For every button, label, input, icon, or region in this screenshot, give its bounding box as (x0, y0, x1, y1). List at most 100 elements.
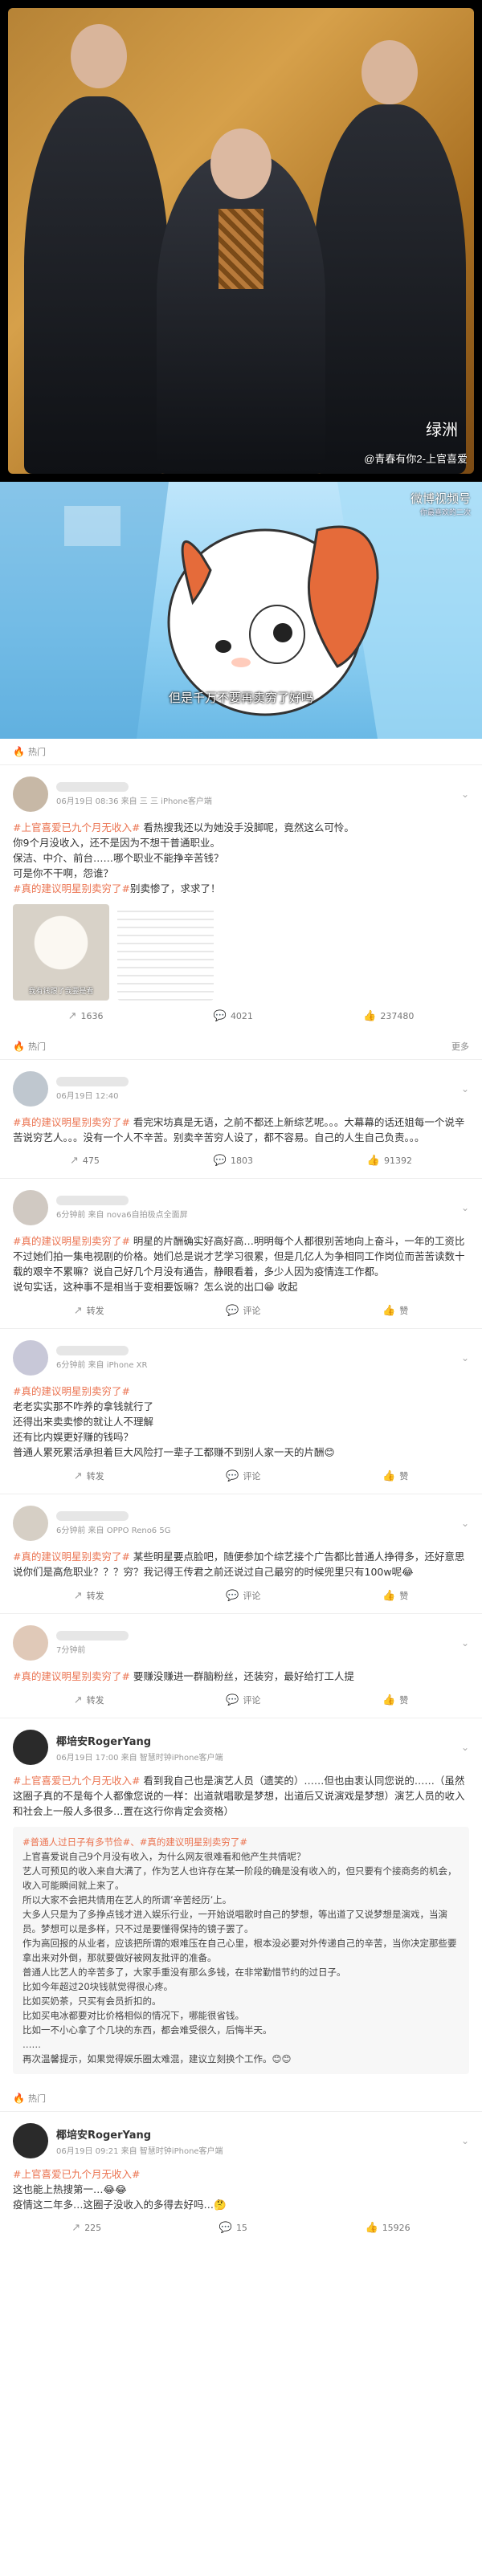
chevron-down-icon[interactable]: ⌄ (461, 1083, 469, 1094)
like-button[interactable]: 👍 15926 (366, 2222, 411, 2234)
avatar[interactable] (13, 1625, 48, 1661)
chevron-down-icon[interactable]: ⌄ (461, 1352, 469, 1363)
post-line: #上官喜爱已九个月无收入# 看热搜我还以为她没手没脚呢，竟然这么可怜。 (13, 820, 469, 835)
weibo-video-logo: 微博视频号 (410, 492, 471, 506)
repost-button[interactable]: ↗ 转发 (74, 1304, 104, 1317)
hashtag-link[interactable]: #真的建议明星别卖穷了# (13, 882, 130, 895)
long-line: 比如今年超过20块钱就觉得很心疼。 (22, 1981, 174, 1992)
avatar[interactable] (13, 1071, 48, 1107)
comment-button[interactable]: 💬 评论 (226, 1469, 260, 1482)
chevron-down-icon[interactable]: ⌄ (461, 1202, 469, 1213)
weibo-feed: 🔥 热门 06月19日 08:36 来自 三 三 iPhone客户端 ⌄ #上官喜爱已九… (0, 739, 482, 2245)
comment-icon: 💬 (213, 1010, 227, 1022)
avatar[interactable] (13, 1190, 48, 1225)
hot-label: 热门 (27, 1041, 46, 1052)
comment-icon: 💬 (226, 1469, 239, 1482)
avatar[interactable] (13, 2123, 48, 2158)
avatar[interactable] (13, 776, 48, 812)
post-card: 6分钟前 来自 iPhone XR ⌄ #真的建议明星别卖穷了# 老老实实那不咋养的拿… (0, 1328, 482, 1494)
chevron-down-icon[interactable]: ⌄ (461, 1637, 469, 1649)
post-card: 7分钟前 ⌄ #真的建议明星别卖穷了# 要赚没赚进一群脑粉丝，还装穷，最好给打工人提… (0, 1613, 482, 1718)
line-text: 看热搜我还以为她没手没脚呢，竟然这么可怜。 (140, 821, 354, 834)
post-header: 椰培安RogerYang 06月19日 09:21 来自 智慧时钟iPhone客户… (13, 2123, 469, 2158)
long-line: 普通人比艺人的辛苦多了，大家手重没有那么多钱，在非常勤惜节约的过日子。 (22, 1967, 346, 1978)
long-text: #普通人过日子有多节俭#、#真的建议明星别卖穷了# 上官喜爱说自己9个月没有收入，… (22, 1835, 460, 2066)
like-button[interactable]: 👍 赞 (382, 1469, 408, 1482)
chevron-down-icon[interactable]: ⌄ (461, 1742, 469, 1753)
post-line: #真的建议明星别卖穷了# (13, 1384, 469, 1399)
user-info: 6分钟前 来自 iPhone XR (56, 1346, 147, 1370)
hashtag-link[interactable]: #真的建议明星别卖穷了# (13, 1116, 130, 1128)
like-button[interactable]: 👍 赞 (382, 1589, 408, 1602)
user-info: 7分钟前 (56, 1631, 129, 1655)
post-line: #真的建议明星别卖穷了# 明星的片酬确实好高好高…明明每个人都很别苦地向上奋斗，… (13, 1233, 469, 1279)
user-info: 06月19日 08:36 来自 三 三 iPhone客户端 (56, 782, 212, 806)
action-count: 评论 (243, 1306, 261, 1316)
video-frame: 微博视频号 你最喜欢的二次 但是千万不要再卖穷了好吗 (0, 482, 482, 739)
line-text: 普通人累死累活承担着巨大风险打一辈子工都赚不到别人家一天的片酬😊 (13, 1446, 335, 1458)
chevron-down-icon[interactable]: ⌄ (461, 789, 469, 800)
repost-button[interactable]: ↗ 225 (71, 2222, 101, 2234)
user-info: 6分钟前 来自 nova6自拍极点全面屏 (56, 1196, 188, 1220)
post-header: 7分钟前 ⌄ (13, 1625, 469, 1661)
repost-button[interactable]: ↗ 转发 (74, 1694, 104, 1706)
like-button[interactable]: 👍 赞 (382, 1304, 408, 1317)
image-screenshot[interactable] (117, 904, 214, 1001)
hashtag-link[interactable]: #真的建议明星别卖穷了# (13, 1235, 130, 1247)
user-info: 06月19日 12:40 (56, 1077, 129, 1101)
avatar[interactable] (13, 1730, 48, 1765)
username-blurred (56, 782, 129, 792)
post-text: #上官喜爱已九个月无收入# 这也能上热搜第一…😂😂 疫情这二年多…这圈子没收入的多得… (13, 2166, 469, 2212)
hashtag-link[interactable]: #真的建议明星别卖穷了# (13, 1385, 130, 1397)
repost-button[interactable]: ↗ 转发 (74, 1589, 104, 1602)
post-text: #上官喜爱已九个月无收入# 看热搜我还以为她没手没脚呢，竟然这么可怜。 你9个月没… (13, 820, 469, 896)
long-line: 所以大家不会把共情用在艺人的所谓’辛苦经历’上。 (22, 1894, 232, 1906)
chevron-down-icon[interactable]: ⌄ (461, 2135, 469, 2146)
username[interactable]: 椰培安RogerYang (56, 1733, 223, 1748)
long-line: 上官喜爱说自己9个月没有收入，为什么网友很难看和他产生共情呢？ (22, 1851, 306, 1862)
action-count: 转发 (86, 1306, 104, 1316)
like-button[interactable]: 👍 91392 (367, 1155, 412, 1167)
hashtag-link[interactable]: #上官喜爱已九个月无收入# (13, 821, 140, 834)
post-meta: 6分钟前 来自 nova6自拍极点全面屏 (56, 1211, 188, 1220)
long-line: 大多人只是为了多挣点钱才进入娱乐行业，一开始说唱歌时自己的梦想，等出道了又说梦想… (22, 1909, 447, 1934)
comment-button[interactable]: 💬 1803 (214, 1155, 253, 1167)
long-line: 再次温馨提示，如果觉得娱乐圈太难混，建议立刻换个工作。😊😊 (22, 2053, 292, 2064)
more-button[interactable]: 更多 (451, 1040, 469, 1053)
hot-label-row: 🔥 热门 更多 (0, 1033, 482, 1059)
like-button[interactable]: 👍 237480 (363, 1010, 414, 1022)
username[interactable]: 椰培安RogerYang (56, 2126, 223, 2142)
avatar[interactable] (13, 1340, 48, 1376)
action-count: 赞 (399, 1471, 409, 1482)
comment-button[interactable]: 💬 4021 (214, 1010, 253, 1022)
repost-button[interactable]: ↗ 1636 (68, 1010, 104, 1022)
action-count: 转发 (86, 1471, 104, 1482)
post-line: #上官喜爱已九个月无收入# 看到我自己也是演艺人员（遗笑的）……但也由衷认同您说… (13, 1773, 469, 1819)
post-meta: 06月19日 12:40 (56, 1092, 119, 1101)
post-line: #真的建议明星别卖穷了# 要赚没赚进一群脑粉丝，还装穷，最好给打工人提 (13, 1669, 469, 1684)
hashtag-link[interactable]: #真的建议明星别卖穷了# (13, 1670, 130, 1682)
action-count: 91392 (384, 1156, 413, 1166)
like-icon: 👍 (382, 1469, 396, 1482)
repost-button[interactable]: ↗ 475 (70, 1155, 100, 1167)
comment-button[interactable]: 💬 评论 (226, 1589, 260, 1602)
post-header: 6分钟前 来自 OPPO Reno6 5G ⌄ (13, 1506, 469, 1541)
figure-center-head (210, 128, 272, 199)
comment-button[interactable]: 💬 15 (219, 2222, 247, 2234)
avatar[interactable] (13, 1506, 48, 1541)
post-text: #上官喜爱已九个月无收入# 看到我自己也是演艺人员（遗笑的）……但也由衷认同您说… (13, 1773, 469, 1819)
repost-button[interactable]: ↗ 转发 (74, 1469, 104, 1482)
hot-label: 热门 (27, 747, 46, 757)
oasis-logo: 绿洲 (426, 422, 458, 439)
hashtag-link[interactable]: #上官喜爱已九个月无收入# (13, 1775, 140, 1787)
hashtag-link[interactable]: #上官喜爱已九个月无收入# (13, 2168, 140, 2180)
comment-button[interactable]: 💬 评论 (226, 1304, 260, 1317)
chevron-down-icon[interactable]: ⌄ (461, 1518, 469, 1529)
hashtag-link[interactable]: #真的建议明星别卖穷了# (13, 1551, 130, 1563)
line-text: 还得出来卖卖惨的就让人不理解 (13, 1416, 154, 1428)
like-button[interactable]: 👍 赞 (382, 1694, 408, 1706)
image-dog-meme[interactable]: 我有钱跟了我要是看 (13, 904, 109, 1001)
repost-icon: ↗ (73, 1694, 83, 1706)
comment-button[interactable]: 💬 评论 (226, 1694, 260, 1706)
username-blurred (56, 1346, 129, 1355)
